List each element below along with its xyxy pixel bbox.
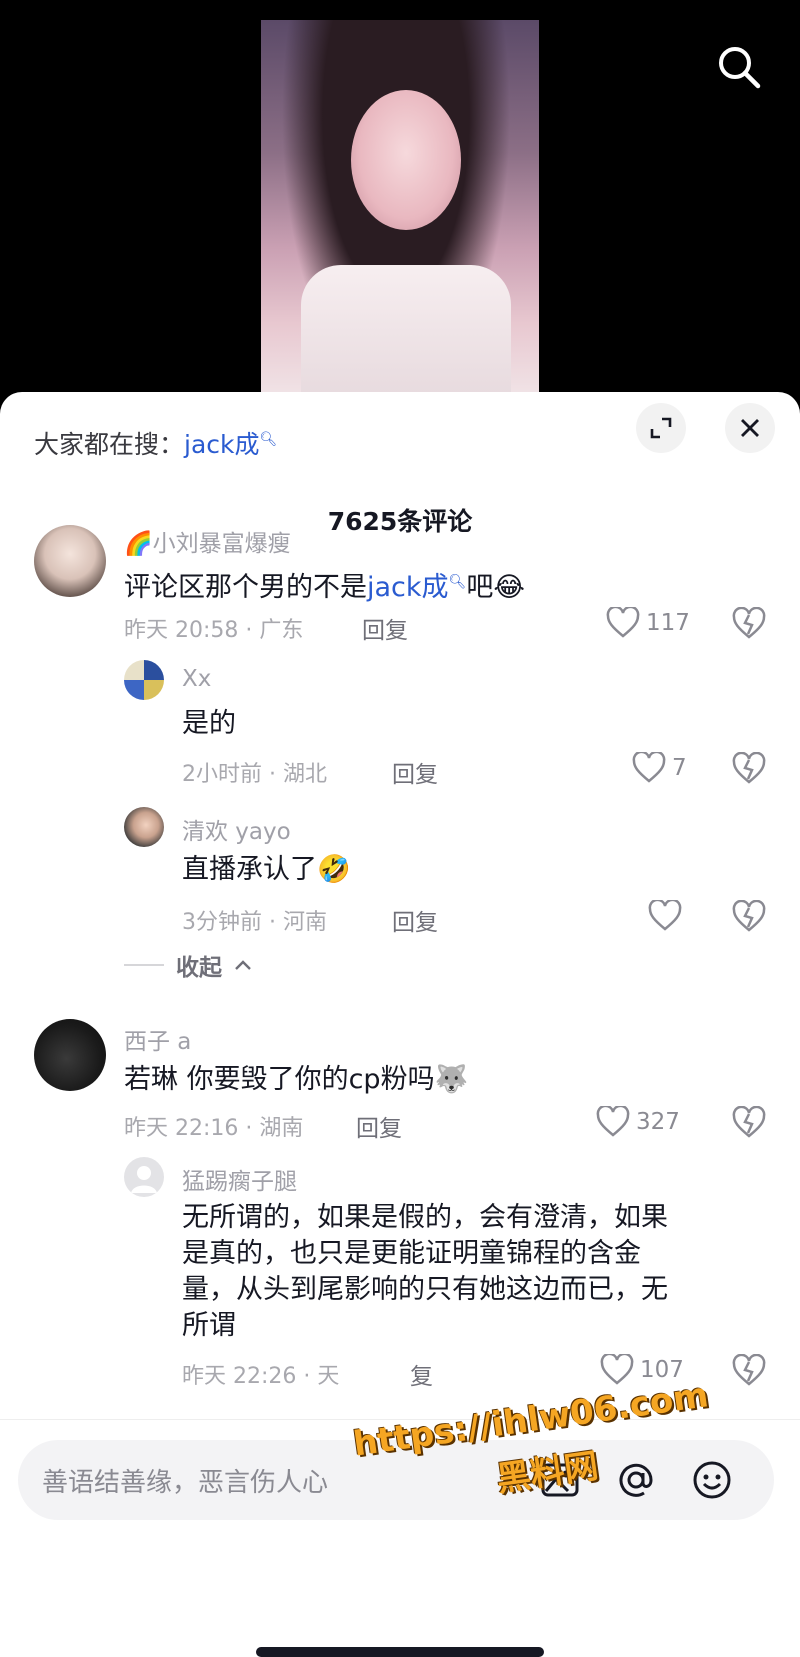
reply-button[interactable]: 回复 <box>392 903 438 937</box>
rofl-emoji-icon: 🤣 <box>317 854 351 885</box>
expand-icon <box>650 417 672 439</box>
reply-button[interactable]: 回复 <box>362 611 408 645</box>
comment-meta: 昨天 22:26 · 天 <box>182 1364 340 1389</box>
like-count: 327 <box>636 1109 680 1135</box>
like-button[interactable]: 7 <box>632 752 687 784</box>
comment-sheet: 大家都在搜：jack成🔍︎ 7625条评论 🌈小刘暴富爆瘦 评论区那个男的不是j… <box>0 392 800 1657</box>
wolf-emoji-icon: 🐺 <box>434 1064 469 1095</box>
like-button[interactable]: 117 <box>606 607 690 639</box>
input-placeholder: 善语结善缘，恶言伤人心 <box>42 1468 329 1498</box>
avatar[interactable] <box>124 1157 164 1197</box>
video-thumbnail[interactable] <box>261 20 539 400</box>
like-button[interactable]: 327 <box>596 1106 680 1138</box>
comment-text: 直播承认了🤣 <box>182 854 351 885</box>
comment-keyword-link[interactable]: jack成 <box>367 572 449 603</box>
search-button[interactable] <box>714 42 764 92</box>
reply-button[interactable]: 回复 <box>392 755 438 789</box>
comment-text: 无所谓的，如果是假的，会有澄清，如果 是真的，也只是更能证明童锦程的含金 量，从… <box>182 1202 668 1341</box>
like-count: 7 <box>672 755 687 781</box>
heart-icon <box>632 752 666 783</box>
avatar[interactable] <box>124 807 164 847</box>
close-button[interactable] <box>725 403 775 453</box>
comment-username[interactable]: 🌈小刘暴富爆瘦 <box>124 524 291 558</box>
comment-username[interactable]: 猛踢瘸子腿 <box>182 1162 297 1196</box>
heart-icon <box>600 1354 634 1385</box>
comment-count: 7625条评论 <box>327 507 473 536</box>
broken-heart-icon[interactable] <box>732 1354 766 1388</box>
chevron-up-icon <box>235 960 251 970</box>
like-button[interactable] <box>648 900 682 932</box>
emoji-icon[interactable] <box>690 1458 734 1502</box>
rainbow-badge-icon: 🌈 <box>124 531 153 557</box>
video-figure-body <box>301 265 511 400</box>
trending-keyword[interactable]: jack成 <box>184 430 260 459</box>
reply-button[interactable]: 复 <box>410 1357 433 1391</box>
comment-meta: 3分钟前 · 河南 <box>182 910 327 935</box>
collapse-label: 收起 <box>176 955 222 981</box>
heart-icon <box>596 1106 630 1137</box>
avatar[interactable] <box>124 660 164 700</box>
search-hint-icon: 🔍︎ <box>448 574 467 590</box>
close-icon <box>741 419 759 437</box>
avatar[interactable] <box>34 525 106 597</box>
at-icon[interactable] <box>614 1458 658 1502</box>
broken-heart-icon[interactable] <box>732 752 766 786</box>
heart-icon <box>648 900 682 931</box>
comment-meta: 2小时前 · 湖北 <box>182 762 327 787</box>
broken-heart-icon[interactable] <box>732 607 766 641</box>
expand-button[interactable] <box>636 403 686 453</box>
divider-line <box>124 964 164 966</box>
trending-prefix: 大家都在搜： <box>34 430 185 459</box>
broken-heart-icon[interactable] <box>732 900 766 934</box>
collapse-replies-button[interactable]: 收起 <box>124 948 252 982</box>
comment-meta: 昨天 20:58 · 广东 <box>124 618 304 643</box>
comment-text: 若琳 你要毁了你的cp粉吗🐺 <box>124 1064 469 1095</box>
trending-search[interactable]: 大家都在搜：jack成🔍︎ <box>34 425 277 461</box>
reply-button[interactable]: 回复 <box>356 1109 402 1143</box>
like-count: 117 <box>646 610 690 636</box>
default-avatar-icon <box>131 1166 157 1193</box>
search-icon <box>719 47 761 89</box>
comment-username[interactable]: Xx <box>182 666 211 692</box>
laughing-emoji-icon: 😂 <box>493 572 525 603</box>
search-hint-icon: 🔍︎ <box>259 431 278 448</box>
comment-meta: 昨天 22:16 · 湖南 <box>124 1116 304 1141</box>
comment-username[interactable]: 西子 a <box>124 1022 191 1056</box>
comment-text: 是的 <box>182 708 236 739</box>
comment-username[interactable]: 清欢 yayo <box>182 812 291 846</box>
broken-heart-icon[interactable] <box>732 1106 766 1140</box>
heart-icon <box>606 607 640 638</box>
comment-text: 评论区那个男的不是jack成🔍︎吧😂 <box>124 572 525 603</box>
avatar[interactable] <box>34 1019 106 1091</box>
video-figure-face <box>351 90 461 230</box>
